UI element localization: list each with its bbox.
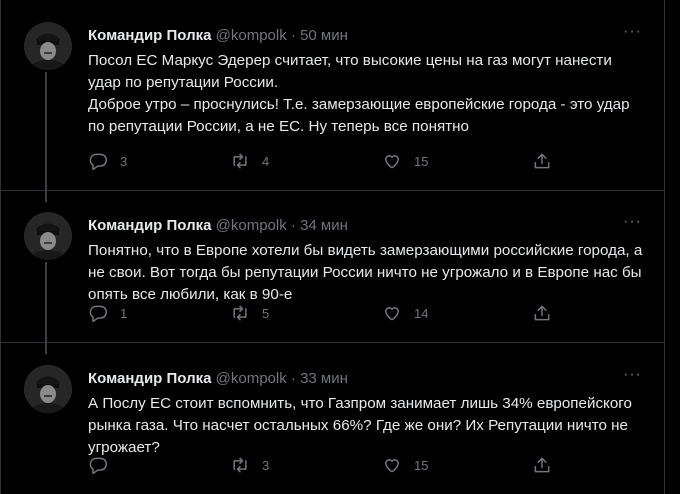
tweet-actions: 3 4 15 <box>88 150 640 172</box>
author-name[interactable]: Командир Полка <box>88 27 211 44</box>
retweet-count: 3 <box>262 457 270 473</box>
reply-button[interactable]: 3 <box>88 150 127 172</box>
tweet-actions: 1 5 14 <box>88 302 640 324</box>
tweet[interactable]: Командир Полка @kompolk · 33 мин ··· А П… <box>0 343 664 494</box>
tweet[interactable]: Командир Полка @kompolk · 50 мин ··· Пос… <box>0 0 664 202</box>
tweet-timestamp[interactable]: 34 мин <box>300 217 348 234</box>
header-separator: · <box>290 27 296 44</box>
heart-icon <box>385 459 399 473</box>
heart-icon <box>385 155 399 169</box>
avatar-portrait-icon <box>24 22 72 70</box>
retweet-count: 4 <box>262 153 270 169</box>
like-button[interactable]: 14 <box>382 302 428 324</box>
avatar[interactable] <box>24 22 72 70</box>
share-button[interactable] <box>532 454 552 476</box>
author-handle[interactable]: @kompolk <box>216 370 287 387</box>
reply-count: 3 <box>120 153 128 169</box>
header-separator: · <box>290 370 296 387</box>
tweet-text: Понятно, что в Европе хотели бы видеть з… <box>88 242 643 303</box>
reply-icon <box>89 305 108 323</box>
tweet-timestamp[interactable]: 50 мин <box>300 27 348 44</box>
avatar-portrait-icon <box>24 365 72 413</box>
tweet-actions: 3 15 <box>88 454 640 476</box>
avatar[interactable] <box>24 212 72 260</box>
tweet-text: Посол ЕС Маркус Эдерер считает, что высо… <box>88 52 630 135</box>
reply-count: 1 <box>120 305 128 321</box>
like-count: 15 <box>414 457 429 473</box>
header-separator: · <box>290 217 296 234</box>
like-count: 14 <box>414 305 429 321</box>
author-name[interactable]: Командир Полка <box>88 370 211 387</box>
author-name[interactable]: Командир Полка <box>88 217 211 234</box>
avatar-portrait-icon <box>24 212 72 260</box>
like-button[interactable]: 15 <box>382 454 428 476</box>
retweet-icon <box>233 457 247 473</box>
heart-icon <box>385 307 399 321</box>
retweet-icon <box>233 305 247 321</box>
thread-connector-line <box>45 262 47 354</box>
reply-icon <box>89 153 108 171</box>
retweet-button[interactable]: 4 <box>230 150 269 172</box>
retweet-button[interactable]: 3 <box>230 454 269 476</box>
share-icon <box>534 457 550 473</box>
like-button[interactable]: 15 <box>382 150 428 172</box>
reply-icon <box>89 457 108 475</box>
tweet-header: Командир Полка @kompolk · 33 мин <box>88 369 640 389</box>
share-icon <box>534 305 550 321</box>
author-handle[interactable]: @kompolk <box>216 27 287 44</box>
avatar[interactable] <box>24 365 72 413</box>
thread-connector-line <box>45 72 47 202</box>
tweet-header: Командир Полка @kompolk · 50 мин <box>88 26 640 46</box>
retweet-count: 5 <box>262 305 270 321</box>
more-options-icon[interactable]: ··· <box>623 24 642 40</box>
reply-button[interactable] <box>88 454 120 476</box>
tweet-header: Командир Полка @kompolk · 34 мин <box>88 216 640 236</box>
tweet-timestamp[interactable]: 33 мин <box>300 370 348 387</box>
like-count: 15 <box>414 153 429 169</box>
retweet-button[interactable]: 5 <box>230 302 269 324</box>
tweet-text: А Послу ЕС стоит вспомнить, что Газпром … <box>88 395 632 456</box>
tweet[interactable]: Командир Полка @kompolk · 34 мин ··· Пон… <box>0 190 664 354</box>
more-options-icon[interactable]: ··· <box>623 214 642 230</box>
author-handle[interactable]: @kompolk <box>216 217 287 234</box>
share-button[interactable] <box>532 150 552 172</box>
share-icon <box>534 153 550 169</box>
share-button[interactable] <box>532 302 552 324</box>
retweet-icon <box>233 153 247 169</box>
more-options-icon[interactable]: ··· <box>623 367 642 383</box>
reply-button[interactable]: 1 <box>88 302 127 324</box>
timeline-right-border <box>664 0 665 494</box>
